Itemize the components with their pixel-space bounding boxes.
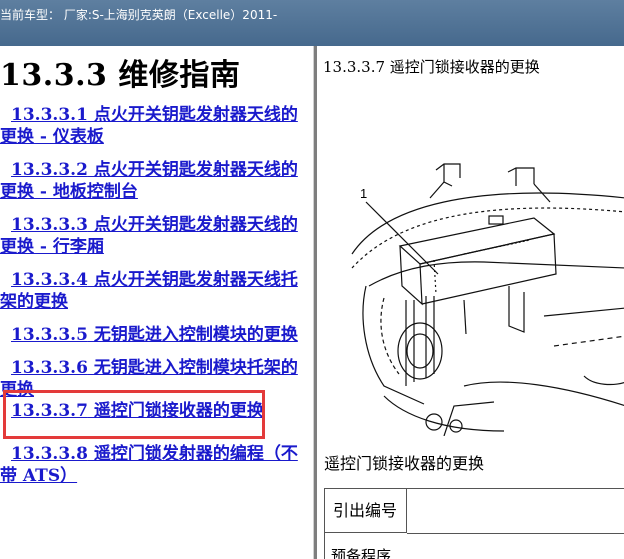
dashboard-line-drawing	[351, 163, 624, 436]
section-title: 13.3.3 维修指南	[0, 58, 241, 93]
vehicle-breadcrumb-bar: 当前车型： 厂家:S-上海别克英朗（Excelle）2011-	[0, 0, 624, 46]
toc-panel[interactable]: 13.3.3 维修指南 13.3.3.1 点火开关钥匙发射器天线的 更换 - 仪表…	[0, 46, 313, 559]
breadcrumb-text: 当前车型： 厂家:S-上海别克英朗（Excelle）2011-	[0, 8, 278, 22]
content-panel: 13.3.3.7 遥控门锁接收器的更换 1 遥控门锁接收器的更换 引出编号 预备…	[318, 46, 624, 559]
pane-splitter[interactable]	[313, 46, 317, 559]
callout-number: 1	[360, 186, 368, 201]
table-header-callout-number: 引出编号	[325, 489, 407, 533]
toc-link-13-3-3-8[interactable]: 13.3.3.8 遥控门锁发射器的编程（不带 ATS）	[0, 443, 306, 487]
table-header-description	[407, 489, 624, 534]
receiver-diagram: 1	[344, 86, 624, 436]
document-heading: 13.3.3.7 遥控门锁接收器的更换	[323, 58, 540, 76]
toc-link-13-3-3-2[interactable]: 13.3.3.2 点火开关钥匙发射器天线的 更换 - 地板控制台	[0, 159, 306, 203]
toc-link-13-3-3-5[interactable]: 13.3.3.5 无钥匙进入控制模块的更换	[0, 324, 306, 346]
toc-link-13-3-3-1[interactable]: 13.3.3.1 点火开关钥匙发射器天线的 更换 - 仪表板	[0, 104, 306, 148]
toc-link-13-3-3-6[interactable]: 13.3.3.6 无钥匙进入控制模块托架的 更换	[0, 357, 306, 401]
table-row-preliminary: 预备程序	[331, 547, 392, 559]
toc-link-13-3-3-3[interactable]: 13.3.3.3 点火开关钥匙发射器天线的 更换 - 行李厢	[0, 214, 306, 258]
toc-link-13-3-3-7[interactable]: 13.3.3.7 遥控门锁接收器的更换	[0, 400, 306, 422]
toc-link-13-3-3-4[interactable]: 13.3.3.4 点火开关钥匙发射器天线托 架的更换	[0, 269, 306, 313]
callout-table: 引出编号 预备程序	[324, 488, 624, 559]
figure-caption: 遥控门锁接收器的更换	[324, 454, 485, 473]
